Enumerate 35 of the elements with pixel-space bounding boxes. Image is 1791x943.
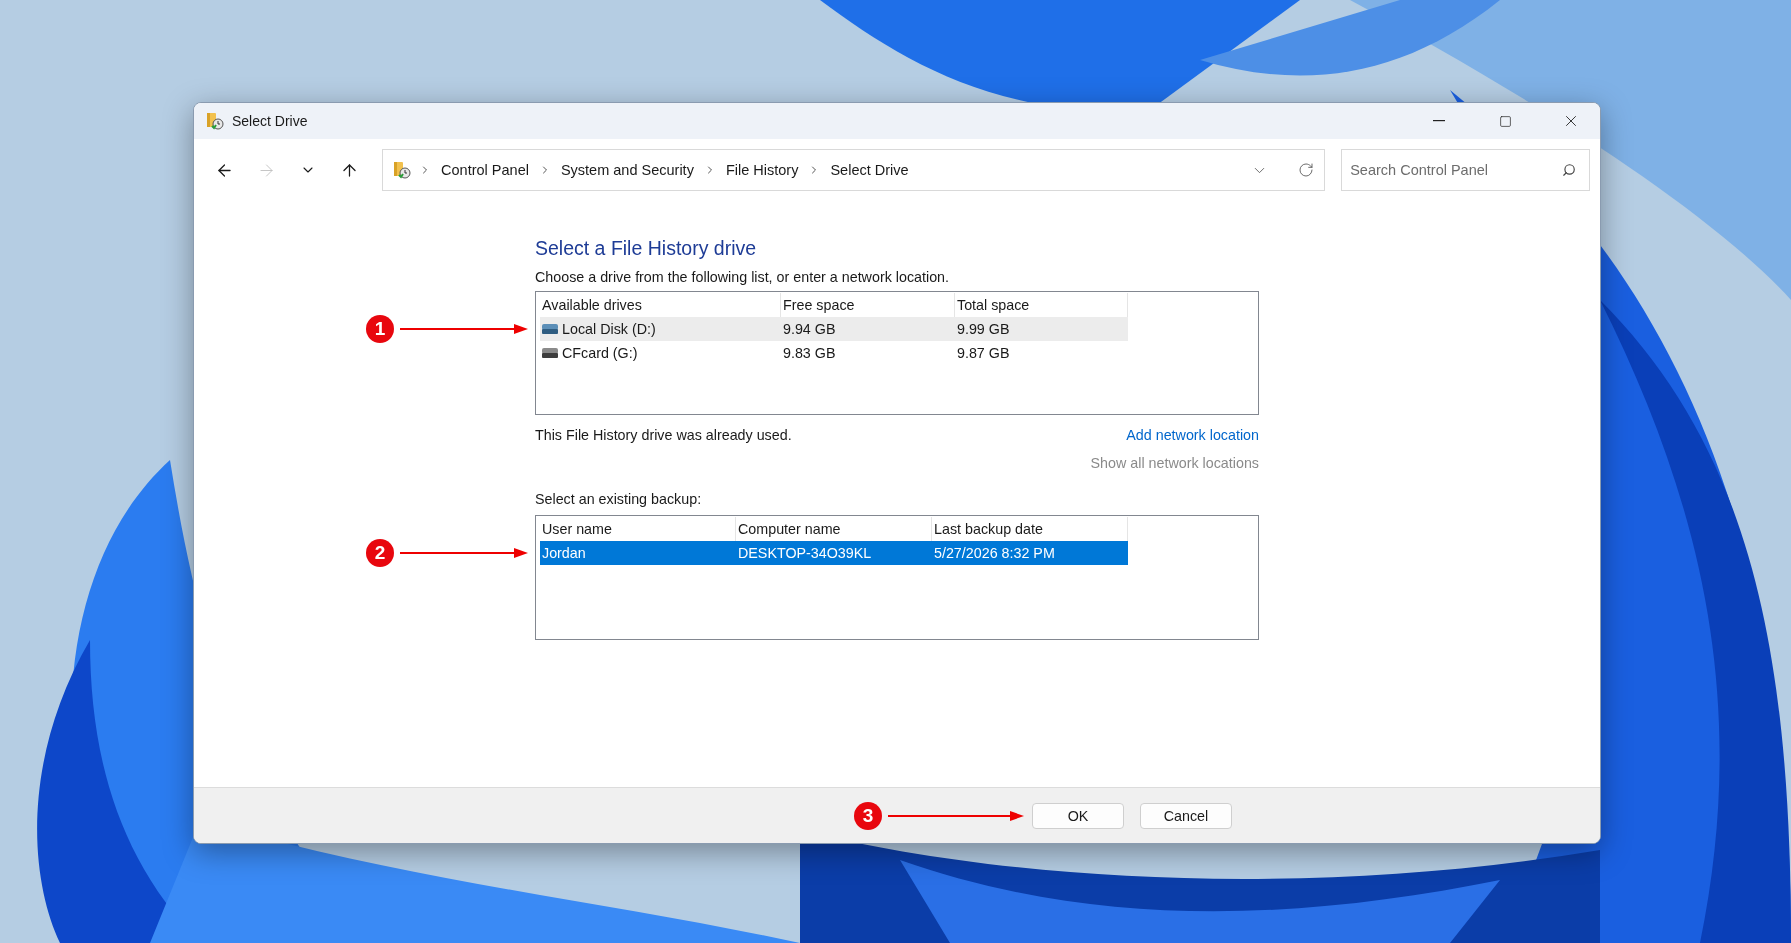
breadcrumb-item[interactable]: Select Drive	[828, 162, 911, 178]
cancel-button[interactable]: Cancel	[1140, 802, 1232, 829]
drive-name: Local Disk (D:)	[562, 321, 656, 337]
computer-name: DESKTOP-34O39KL	[737, 544, 873, 563]
search-field[interactable]: Search Control Panel	[1341, 149, 1590, 191]
search-icon	[1562, 163, 1576, 177]
maximize-icon	[1498, 114, 1512, 128]
step-badge: 3	[854, 801, 882, 830]
ok-button[interactable]: OK	[1032, 802, 1124, 829]
backup-date: 5/27/2026 8:32 PM	[933, 544, 1056, 563]
user-name: Jordan	[541, 544, 587, 563]
section-heading: Select a File History drive	[535, 237, 758, 260]
folder-clock-icon	[393, 161, 412, 179]
drive-icon	[542, 324, 558, 334]
step-badge: 2	[366, 539, 394, 567]
drive-row[interactable]: CFcard (G:) 9.83 GB 9.87 GB	[540, 341, 1128, 365]
drive-name: CFcard (G:)	[562, 345, 638, 361]
drive-icon	[542, 348, 558, 358]
breadcrumb-item[interactable]: System and Security	[558, 162, 696, 178]
free-space: 9.94 GB	[782, 320, 837, 339]
total-space: 9.99 GB	[956, 320, 1011, 339]
breadcrumb-item[interactable]: Control Panel	[439, 162, 531, 178]
backup-label: Select an existing backup:	[535, 491, 703, 507]
step-badge: 1	[366, 315, 394, 343]
add-network-link[interactable]: Add network location	[1126, 427, 1259, 443]
folder-clock-icon	[206, 112, 224, 130]
instruction-text: Choose a drive from the following list, or enter a network location.	[535, 269, 951, 285]
total-space: 9.87 GB	[956, 344, 1011, 363]
refresh-icon[interactable]	[1298, 162, 1315, 178]
address-bar[interactable]: Control Panel System and Security File History Select Drive	[382, 149, 1326, 191]
minimize-icon	[1433, 120, 1445, 122]
free-space: 9.83 GB	[782, 344, 837, 363]
window-title: Select Drive	[232, 113, 309, 129]
drive-note: This File History drive was already used.	[535, 427, 792, 443]
breadcrumb-item[interactable]: File History	[723, 162, 801, 178]
